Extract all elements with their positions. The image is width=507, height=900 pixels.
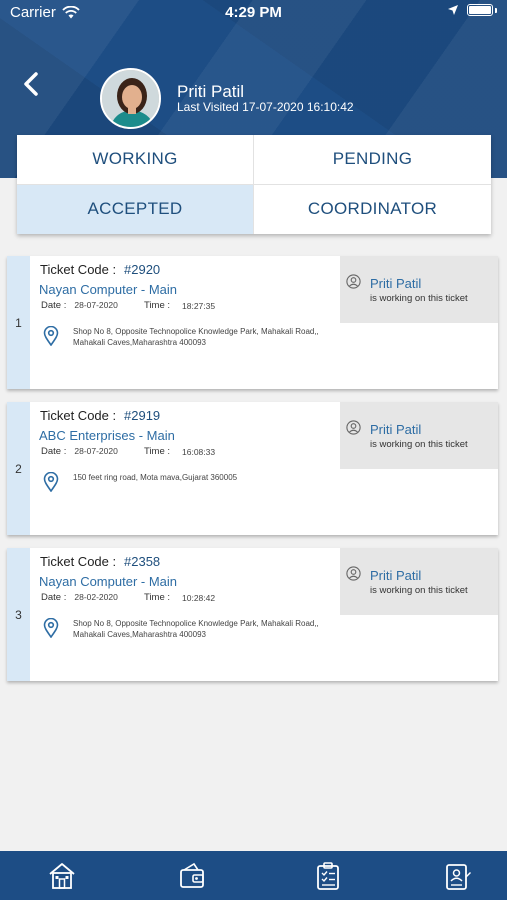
company-name: Nayan Computer - Main (39, 574, 177, 589)
ticket-card[interactable]: 2 Ticket Code : #2919 ABC Enterprises - … (7, 402, 498, 535)
time-label: Time : (144, 592, 171, 603)
ticket-code-label: Ticket Code : (40, 408, 117, 423)
assignee-name: Priti Patil (370, 276, 422, 291)
clipboard-icon[interactable] (314, 861, 342, 891)
back-icon[interactable] (20, 70, 44, 98)
assignee-name: Priti Patil (370, 568, 422, 583)
ticket-index: 3 (7, 548, 30, 681)
assignee-status: is working on this ticket (370, 585, 468, 596)
last-visited: Last Visited 17-07-2020 16:10:42 (177, 100, 354, 114)
ticket-code: #2919 (124, 408, 161, 423)
time-value: 16:08:33 (182, 447, 216, 457)
id-badge-icon[interactable] (444, 861, 472, 891)
date-value: 28-07-2020 (74, 446, 118, 456)
tab-working[interactable]: WORKING (17, 135, 254, 185)
wallet-icon[interactable] (178, 861, 206, 891)
location-arrow-icon (448, 5, 458, 15)
time-value: 10:28:42 (182, 593, 216, 603)
bottom-nav (0, 851, 507, 900)
ticket-index: 1 (7, 256, 30, 389)
battery-icon (467, 4, 493, 16)
user-icon (346, 420, 361, 435)
ticket-code-label: Ticket Code : (40, 554, 117, 569)
date-label: Date : (41, 592, 67, 603)
tab-pending[interactable]: PENDING (254, 135, 491, 185)
avatar[interactable] (100, 68, 161, 129)
time-value: 18:27:35 (182, 301, 216, 311)
assignee-name: Priti Patil (370, 422, 422, 437)
date-value: 28-02-2020 (74, 592, 118, 602)
assignee-panel: Priti Patil is working on this ticket (340, 402, 498, 469)
tab-coordinator[interactable]: COORDINATOR (254, 185, 491, 235)
time-label: Time : (144, 300, 171, 311)
company-name: Nayan Computer - Main (39, 282, 177, 297)
user-name: Priti Patil (177, 82, 245, 101)
home-icon[interactable] (48, 861, 76, 891)
location-pin-icon (43, 472, 59, 492)
date-label: Date : (41, 446, 67, 457)
assignee-panel: Priti Patil is working on this ticket (340, 256, 498, 323)
user-icon (346, 274, 361, 289)
tab-accepted[interactable]: ACCEPTED (17, 184, 254, 234)
location-pin-icon (43, 326, 59, 346)
ticket-card[interactable]: 1 Ticket Code : #2920 Nayan Computer - M… (7, 256, 498, 389)
ticket-address: Shop No 8, Opposite Technopolice Knowled… (73, 327, 319, 347)
date-label: Date : (41, 300, 67, 311)
assignee-status: is working on this ticket (370, 293, 468, 304)
company-name: ABC Enterprises - Main (39, 428, 175, 443)
ticket-code: #2358 (124, 554, 161, 569)
location-pin-icon (43, 618, 59, 638)
date-value: 28-07-2020 (74, 300, 118, 310)
time-label: Time : (144, 446, 171, 457)
ticket-index: 2 (7, 402, 30, 535)
ticket-address: 150 feet ring road, Mota mava,Gujarat 36… (73, 473, 238, 482)
ticket-code: #2920 (124, 262, 161, 277)
status-tabs: WORKING PENDING ACCEPTED COORDINATOR (17, 135, 491, 234)
assignee-status: is working on this ticket (370, 439, 468, 450)
user-icon (346, 566, 361, 581)
clock: 4:29 PM (225, 4, 282, 21)
ticket-code-label: Ticket Code : (40, 262, 117, 277)
ticket-address: Shop No 8, Opposite Technopolice Knowled… (73, 619, 319, 639)
assignee-panel: Priti Patil is working on this ticket (340, 548, 498, 615)
ticket-card[interactable]: 3 Ticket Code : #2358 Nayan Computer - M… (7, 548, 498, 681)
status-bar: Carrier 4:29 PM (0, 0, 507, 26)
